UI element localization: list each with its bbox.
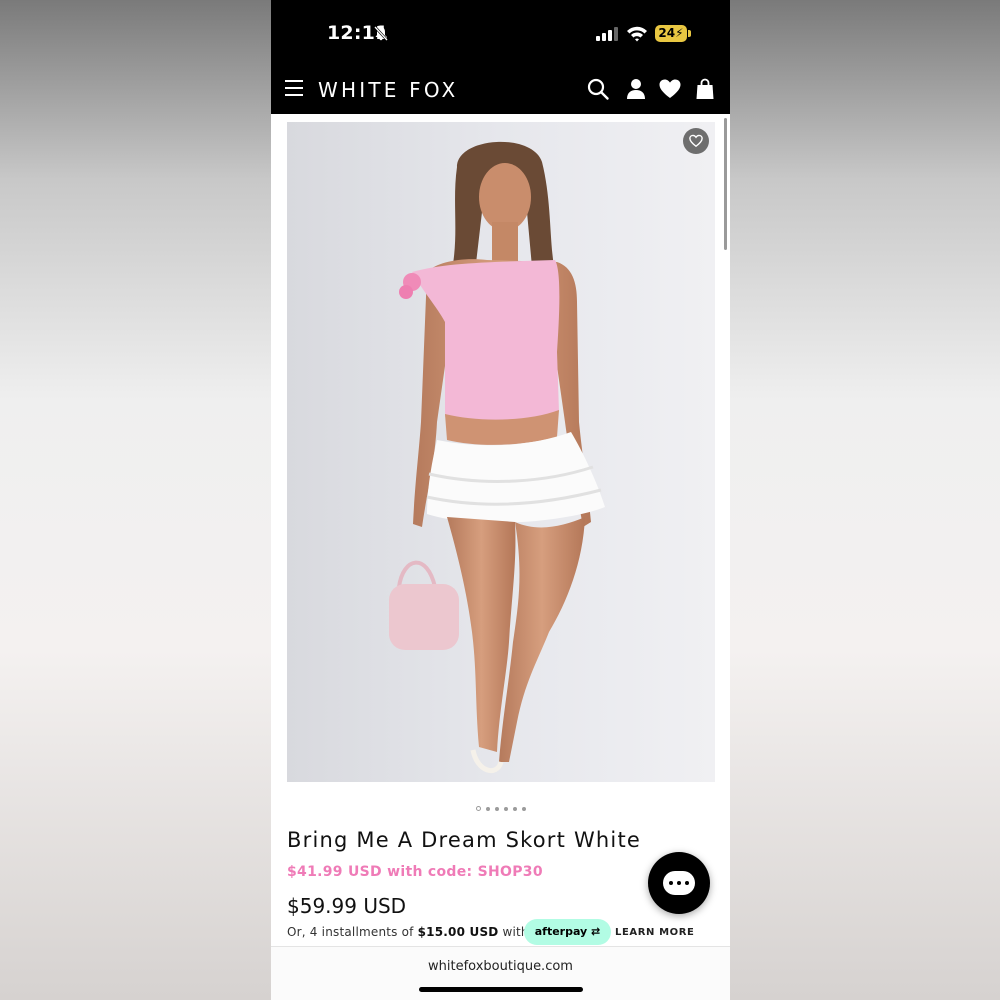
- carousel-dot[interactable]: [512, 806, 517, 811]
- search-icon[interactable]: [586, 77, 610, 101]
- home-indicator[interactable]: [419, 987, 583, 992]
- bag-icon[interactable]: [693, 77, 717, 101]
- carousel-dot[interactable]: [521, 806, 526, 811]
- battery-level: 24: [658, 26, 676, 40]
- learn-more-link[interactable]: LEARN MORE: [615, 927, 694, 938]
- background-right: [730, 0, 1000, 1000]
- chat-button[interactable]: [648, 852, 710, 914]
- promo-price: $41.99 USD with code: SHOP30: [287, 864, 543, 880]
- site-header: WHITE FOX: [271, 64, 730, 114]
- scrollbar[interactable]: [724, 118, 727, 250]
- heart-icon[interactable]: [658, 77, 682, 101]
- menu-icon[interactable]: [285, 80, 303, 96]
- installments-prefix: Or, 4 installments of: [287, 925, 418, 939]
- background-left: [0, 0, 271, 1000]
- image-carousel-dots[interactable]: [271, 800, 730, 812]
- status-bar: 12:11 24⚡: [271, 0, 730, 64]
- carousel-dot[interactable]: [485, 806, 490, 811]
- browser-url-bar[interactable]: whitefoxboutique.com: [271, 946, 730, 1000]
- wifi-icon: [627, 26, 647, 42]
- model-photo: [287, 122, 715, 782]
- carousel-dot[interactable]: [475, 806, 481, 812]
- battery-tip: [688, 30, 691, 37]
- battery-icon: 24⚡: [655, 25, 687, 42]
- carousel-dot[interactable]: [503, 806, 508, 811]
- signal-icon: [596, 27, 618, 41]
- url-text[interactable]: whitefoxboutique.com: [271, 959, 730, 974]
- carousel-dot[interactable]: [494, 806, 499, 811]
- phone-screen: 12:11 24⚡ WHITE FOX Bring Me A Dream Sko…: [271, 0, 730, 1000]
- installments-amount: $15.00 USD: [417, 925, 499, 939]
- bell-slash-icon: [374, 26, 388, 41]
- afterpay-badge[interactable]: afterpay ⇄: [524, 919, 611, 945]
- favorite-button[interactable]: [683, 128, 709, 154]
- product-image[interactable]: [287, 122, 715, 782]
- afterpay-label: afterpay: [534, 925, 588, 938]
- favorite-heart-icon: [689, 134, 703, 148]
- product-price: $59.99 USD: [287, 894, 407, 918]
- chat-icon: [663, 871, 695, 895]
- installments-text: Or, 4 installments of $15.00 USD with: [287, 925, 529, 939]
- brand-logo[interactable]: WHITE FOX: [318, 78, 458, 102]
- product-title: Bring Me A Dream Skort White: [287, 828, 642, 852]
- account-icon[interactable]: [624, 77, 648, 101]
